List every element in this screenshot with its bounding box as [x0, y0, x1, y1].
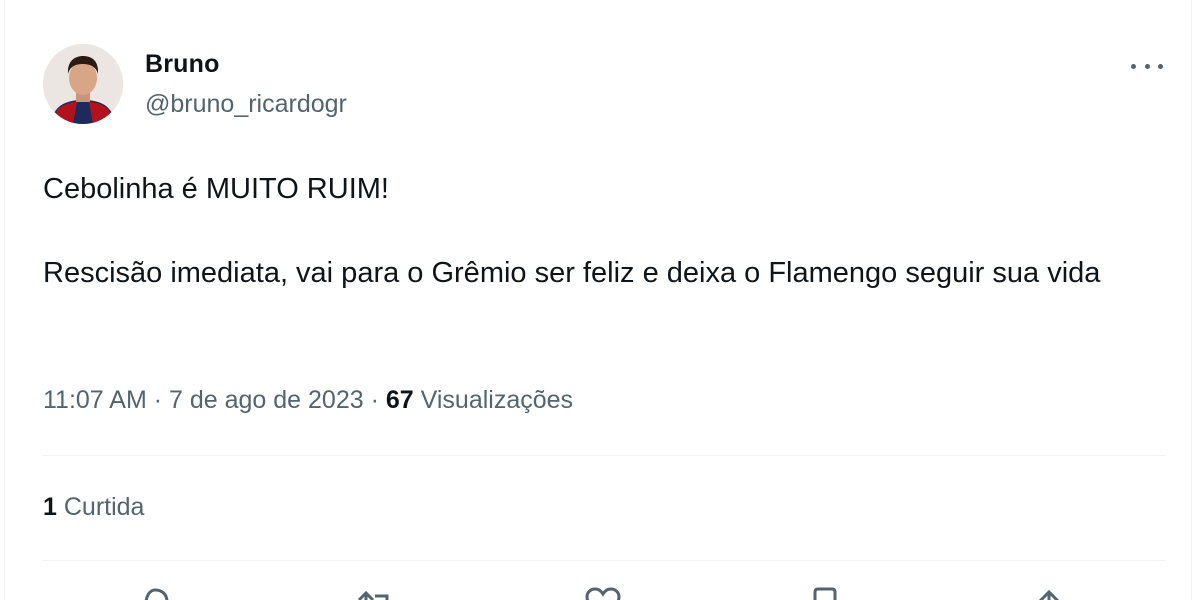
divider-top [43, 455, 1165, 456]
retweet-button[interactable] [353, 582, 397, 600]
meta-separator-2: · [370, 386, 379, 414]
tweet-text-line-1: Cebolinha é MUITO RUIM! [43, 173, 389, 205]
tweet-date: 7 de ago de 2023 [169, 386, 364, 414]
tweet-meta: 11:07 AM · 7 de ago de 2023 · 67 Visuali… [43, 386, 573, 415]
tweet-text-line-2: Rescisão imediata, vai para o Grêmio ser… [43, 257, 1101, 289]
share-button[interactable] [1027, 582, 1071, 600]
share-icon [1038, 589, 1060, 600]
tweet-card: Bruno @bruno_ricardogr Cebolinha é MUITO… [4, 0, 1192, 600]
likes-label: Curtida [63, 493, 145, 521]
like-button[interactable] [581, 582, 625, 600]
likes-count: 1 [43, 493, 57, 521]
views-count: 67 [385, 386, 414, 414]
meta-separator: · [153, 386, 163, 414]
more-options-icon[interactable] [1129, 54, 1165, 78]
avatar-photo [43, 44, 123, 124]
like-icon [585, 587, 621, 600]
views-label: Visualizações [420, 386, 574, 414]
author-display-name[interactable]: Bruno [145, 50, 220, 79]
bookmark-icon [813, 587, 837, 600]
retweet-icon [357, 590, 389, 600]
author-handle[interactable]: @bruno_ricardogr [145, 90, 347, 119]
avatar[interactable] [43, 44, 123, 124]
tweet-time: 11:07 AM [43, 386, 147, 414]
tweet-text: Cebolinha é MUITO RUIM! Rescisão imediat… [43, 168, 1173, 294]
tweet-time-link[interactable]: 11:07 AM · 7 de ago de 2023 [43, 386, 364, 414]
likes-link[interactable]: 1 Curtida [43, 493, 144, 522]
reply-button[interactable] [133, 582, 177, 600]
reply-icon [144, 588, 169, 600]
divider-bottom [43, 560, 1165, 561]
bookmark-button[interactable] [803, 582, 847, 600]
